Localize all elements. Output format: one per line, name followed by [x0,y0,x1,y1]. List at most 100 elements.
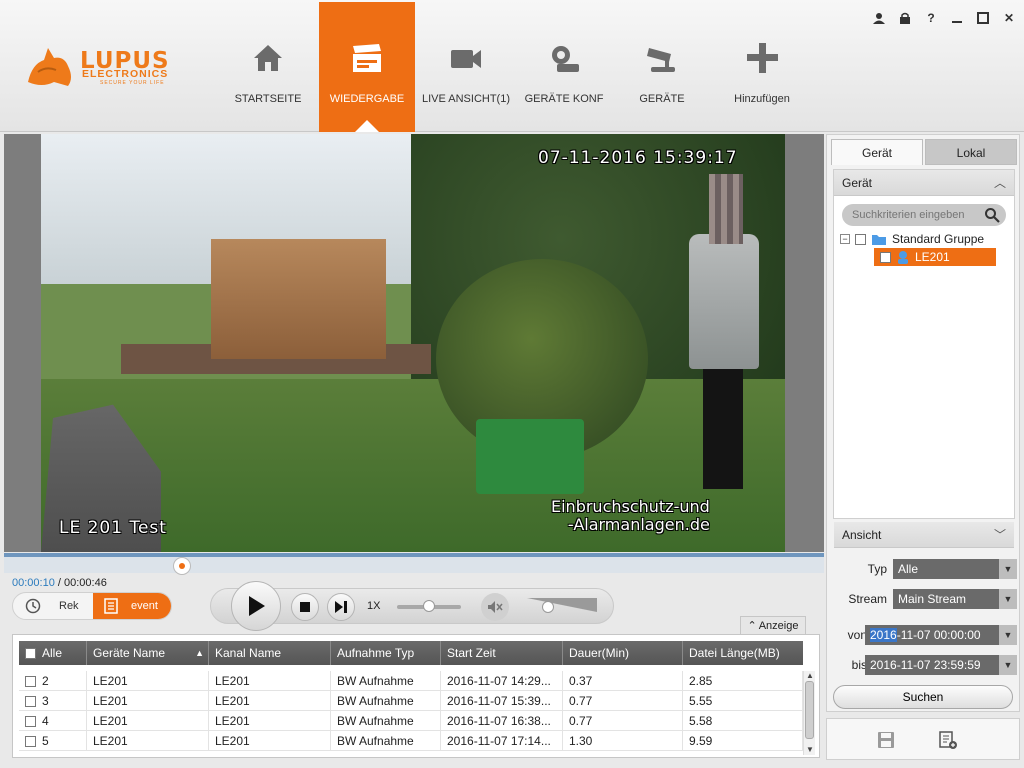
column-header-start[interactable]: Start Zeit [441,641,563,665]
ansicht-section-header[interactable]: Ansicht ﹀ [834,522,1014,548]
tree-group-row[interactable]: − Standard Gruppe [840,230,984,248]
person-legs [703,364,743,489]
event-list-icon [104,598,118,614]
nav-geraete[interactable]: GERÄTE [614,2,710,132]
von-label: von [847,628,867,642]
column-header-alle[interactable]: Alle [19,641,87,665]
table-cell-no: 4 [19,711,87,731]
collapse-icon[interactable]: − [840,234,850,244]
speed-slider[interactable] [397,600,461,612]
speed-slider-handle[interactable] [423,600,435,612]
device-search-input[interactable] [852,207,982,223]
timeline-handle[interactable] [173,557,192,575]
anzeige-label: Anzeige [758,619,799,632]
speaker-muted-icon [488,601,503,613]
scroll-up-icon[interactable]: ▲ [804,671,816,681]
minimize-icon[interactable] [948,10,966,26]
table-cell-device: LE201 [87,691,209,711]
stop-icon [300,602,310,612]
von-datetime-field[interactable]: 2016-11-07 00:00:00 ▼ [865,625,1017,645]
group-checkbox[interactable] [855,233,866,245]
table-cell-start: 2016-11-07 15:39... [441,691,563,711]
maximize-icon[interactable] [974,10,992,26]
tab-geraet[interactable]: Gerät [831,139,923,165]
typ-select[interactable]: Alle ▼ [893,559,1017,579]
table-cell-device: LE201 [87,731,209,751]
select-all-checkbox[interactable] [25,648,36,660]
mode-rek-button[interactable]: Rek [13,593,93,619]
table-cell-size: 9.59 [683,731,803,751]
play-button[interactable] [231,581,281,631]
search-icon[interactable] [984,207,1000,223]
user-icon[interactable] [870,10,888,26]
table-cell-device: LE201 [87,671,209,691]
chevron-down-icon: ▼ [999,589,1017,609]
next-frame-button[interactable] [327,593,355,621]
scroll-thumb[interactable] [805,681,814,739]
stop-button[interactable] [291,593,319,621]
column-header-device[interactable]: Geräte Name ▲ [87,641,209,665]
row-checkbox[interactable] [25,676,36,688]
osd-watermark: Einbruchschutz-und -Alarmanlagen.de [551,497,710,534]
volume-slider-handle[interactable] [542,601,554,613]
nav-startseite[interactable]: STARTSEITE [220,2,316,132]
nav-hinzufuegen[interactable]: Hinzufügen [714,2,810,132]
volume-slider[interactable] [527,598,597,613]
home-icon [220,42,316,78]
export-list-icon[interactable] [939,731,957,749]
table-cell-size: 2.85 [683,671,803,691]
column-header-size[interactable]: Datei Länge(MB) [683,641,803,665]
cctv-camera-icon [614,42,710,78]
chevron-down-icon: ▼ [999,655,1017,675]
column-header-duration[interactable]: Dauer(Min) [563,641,683,665]
table-row[interactable]: 3 LE201 LE201 BW Aufnahme 2016-11-07 15:39..… [19,691,803,711]
row-checkbox[interactable] [25,736,36,748]
brand-sub: ELECTRONICS [82,68,169,80]
search-button[interactable]: Suchen [833,685,1013,709]
nav-label: Hinzufügen [734,93,790,105]
playback-timeline[interactable] [4,553,824,575]
close-icon[interactable]: ✕ [1000,10,1018,26]
anzeige-toggle[interactable]: ⌃ Anzeige [740,616,806,634]
von-year-selected: 2016 [870,628,897,642]
column-header-channel[interactable]: Kanal Name [209,641,331,665]
nav-wiedergabe[interactable]: WIEDERGABE [319,2,415,132]
tab-lokal[interactable]: Lokal [925,139,1017,165]
device-checkbox[interactable] [880,251,891,263]
lock-icon[interactable] [896,10,914,26]
device-search [842,204,1006,226]
person-pixelated-face [709,174,743,244]
video-frame[interactable]: 07-11-2016 15:39:17 LE 201 Test Einbruch… [41,134,785,552]
mode-event-button[interactable]: event [93,593,171,619]
player-controls: 1X [210,581,614,631]
table-row[interactable]: 4 LE201 LE201 BW Aufnahme 2016-11-07 16:38..… [19,711,803,731]
scroll-down-icon[interactable]: ▼ [804,745,816,755]
side-panel: Gerät Lokal Gerät ︿ − Standard Gruppe LE… [826,134,1020,712]
row-number: 5 [42,734,49,748]
tree-device-item[interactable]: LE201 [874,248,996,266]
table-scrollbar[interactable]: ▲ ▼ [803,671,815,755]
nav-geraete-konf[interactable]: GERÄTE KONF [516,2,612,132]
device-section-header[interactable]: Gerät ︿ [834,170,1014,196]
nav-live-ansicht[interactable]: LIVE ANSICHT(1) [418,2,514,132]
table-row[interactable]: 2 LE201 LE201 BW Aufnahme 2016-11-07 14:29..… [19,671,803,691]
table-cell-channel: LE201 [209,711,331,731]
row-checkbox[interactable] [25,696,36,708]
gear-config-icon [516,42,612,78]
total-time: 00:00:46 [64,577,107,589]
stream-row: Stream Main Stream ▼ [833,589,1017,609]
play-icon [249,596,265,616]
bis-datetime-field[interactable]: 2016-11-07 23:59:59 ▼ [865,655,1017,675]
row-checkbox[interactable] [25,716,36,728]
time-separator: / [54,577,64,589]
tree-device-label: LE201 [915,250,950,264]
column-header-type[interactable]: Aufnahme Typ [331,641,441,665]
chevron-down-icon: ▼ [999,559,1017,579]
table-row[interactable]: 5 LE201 LE201 BW Aufnahme 2016-11-07 17:14..… [19,731,803,751]
help-icon[interactable]: ? [922,10,940,26]
clock-icon [25,598,41,614]
save-icon[interactable] [877,731,895,749]
table-cell-type: BW Aufnahme [331,691,441,711]
stream-select[interactable]: Main Stream ▼ [893,589,1017,609]
mute-button[interactable] [481,593,509,621]
